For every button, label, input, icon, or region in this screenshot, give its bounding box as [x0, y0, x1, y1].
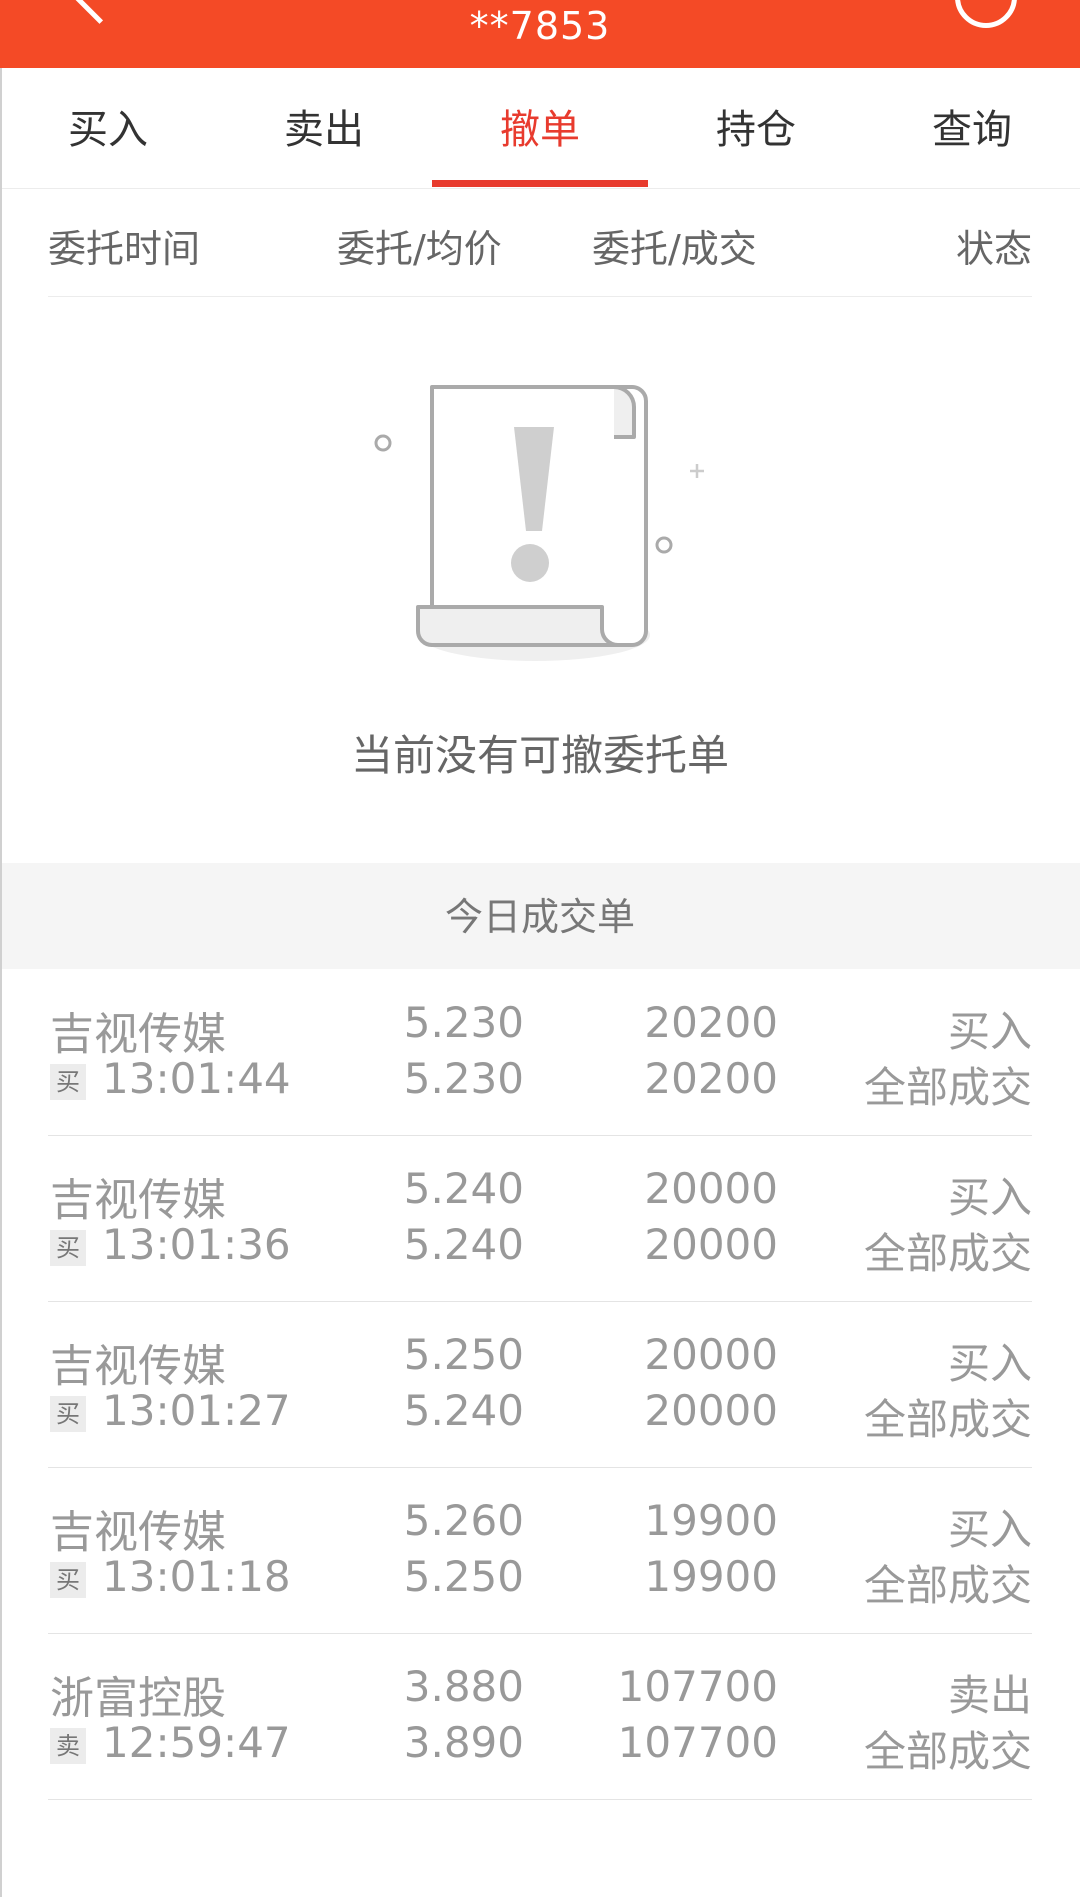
- order-price: 3.880: [403, 1662, 524, 1711]
- order-price: 5.260: [403, 1496, 524, 1545]
- trade-time: 13:01:27: [102, 1386, 291, 1435]
- trade-time: 13:01:18: [102, 1552, 291, 1601]
- table-row[interactable]: 吉视传媒 买 13:01:44 5.230 5.230 20200 20200 …: [48, 970, 1032, 1136]
- table-row[interactable]: 吉视传媒 买 13:01:27 5.250 5.240 20000 20000 …: [48, 1302, 1032, 1468]
- trade-status: 全部成交: [863, 1561, 1032, 1610]
- trade-time: 13:01:36: [102, 1220, 291, 1269]
- order-quantity: 20000: [644, 1164, 778, 1213]
- empty-document-icon: [374, 385, 704, 661]
- order-quantity: 19900: [644, 1496, 778, 1545]
- column-price: 委托/均价: [337, 227, 502, 271]
- trade-direction: 买入: [947, 1007, 1032, 1056]
- tab-buy[interactable]: 买入: [0, 68, 216, 188]
- stock-name: 吉视传媒: [50, 1175, 226, 1226]
- trade-status: 全部成交: [863, 1395, 1032, 1444]
- filled-quantity: 20000: [644, 1220, 778, 1269]
- trade-list: 吉视传媒 买 13:01:44 5.230 5.230 20200 20200 …: [48, 970, 1032, 1800]
- direction-badge: 卖: [50, 1728, 86, 1764]
- stock-name: 吉视传媒: [50, 1341, 226, 1392]
- column-header: 委托时间 委托/均价 委托/成交 状态: [48, 188, 1032, 297]
- stock-name: 浙富控股: [50, 1673, 226, 1724]
- active-tab-indicator: [432, 180, 648, 187]
- trade-direction: 卖出: [947, 1671, 1032, 1720]
- empty-message: 当前没有可撤委托单: [350, 731, 729, 780]
- header-bar: **7853: [0, 0, 1080, 68]
- average-price: 5.240: [403, 1386, 524, 1435]
- column-time: 委托时间: [48, 227, 201, 271]
- left-border: [0, 68, 2, 1897]
- trade-direction: 买入: [947, 1505, 1032, 1554]
- filled-quantity: 19900: [644, 1552, 778, 1601]
- column-quantity: 委托/成交: [592, 227, 757, 271]
- account-title: **7853: [469, 4, 611, 48]
- trade-direction: 买入: [947, 1339, 1032, 1388]
- tab-query[interactable]: 查询: [864, 68, 1080, 188]
- trade-direction: 买入: [947, 1173, 1032, 1222]
- direction-badge: 买: [50, 1230, 86, 1266]
- filled-quantity: 20000: [644, 1386, 778, 1435]
- filled-quantity: 20200: [644, 1054, 778, 1103]
- tab-sell[interactable]: 卖出: [216, 68, 432, 188]
- direction-badge: 买: [50, 1396, 86, 1432]
- table-row[interactable]: 浙富控股 卖 12:59:47 3.880 3.890 107700 10770…: [48, 1634, 1032, 1800]
- trade-time: 12:59:47: [102, 1718, 291, 1767]
- order-price: 5.240: [403, 1164, 524, 1213]
- average-price: 3.890: [403, 1718, 524, 1767]
- direction-badge: 买: [50, 1064, 86, 1100]
- trade-status: 全部成交: [863, 1229, 1032, 1278]
- direction-badge: 买: [50, 1562, 86, 1598]
- trade-time: 13:01:44: [102, 1054, 291, 1103]
- table-row[interactable]: 吉视传媒 买 13:01:18 5.260 5.250 19900 19900 …: [48, 1468, 1032, 1634]
- average-price: 5.250: [403, 1552, 524, 1601]
- tab-cancel[interactable]: 撤单: [432, 68, 648, 188]
- average-price: 5.230: [403, 1054, 524, 1103]
- tab-bar: 买入 卖出 撤单 持仓 查询: [0, 68, 1080, 189]
- trade-status: 全部成交: [863, 1063, 1032, 1112]
- filled-quantity: 107700: [617, 1718, 778, 1767]
- order-quantity: 20000: [644, 1330, 778, 1379]
- empty-state: 当前没有可撤委托单: [0, 297, 1080, 863]
- order-price: 5.230: [403, 998, 524, 1047]
- trade-status: 全部成交: [863, 1727, 1032, 1776]
- table-row[interactable]: 吉视传媒 买 13:01:36 5.240 5.240 20000 20000 …: [48, 1136, 1032, 1302]
- average-price: 5.240: [403, 1220, 524, 1269]
- order-price: 5.250: [403, 1330, 524, 1379]
- section-title: 今日成交单: [0, 863, 1080, 969]
- tab-holdings[interactable]: 持仓: [648, 68, 864, 188]
- column-status: 状态: [955, 227, 1032, 271]
- stock-name: 吉视传媒: [50, 1009, 226, 1060]
- order-quantity: 107700: [617, 1662, 778, 1711]
- stock-name: 吉视传媒: [50, 1507, 226, 1558]
- order-quantity: 20200: [644, 998, 778, 1047]
